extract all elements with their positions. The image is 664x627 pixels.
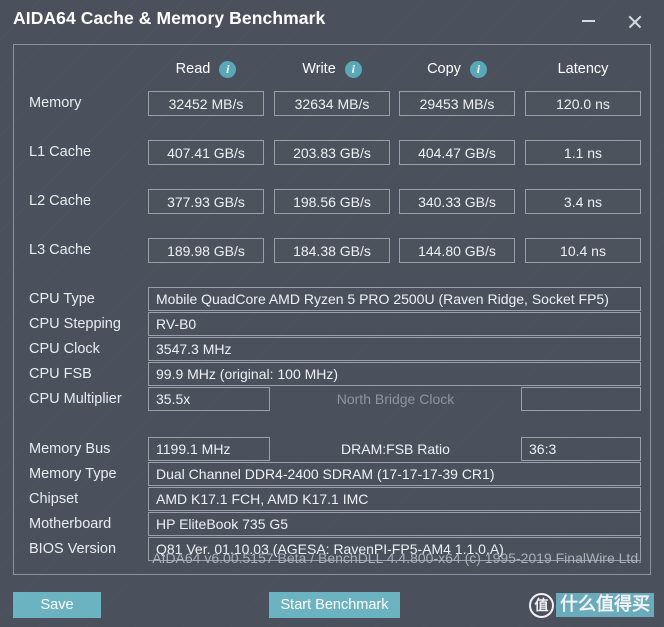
value-cpu-clock: 3547.3 MHz — [148, 337, 641, 361]
column-label-copy: Copy — [427, 61, 461, 77]
column-header-latency: Latency — [525, 58, 641, 80]
value-chipset: AMD K17.1 FCH, AMD K17.1 IMC — [148, 487, 641, 511]
bench-value-l1-copy: 404.47 GB/s — [399, 140, 515, 165]
value-north-bridge-clock — [521, 387, 641, 411]
bench-value-memory-write: 32634 MB/s — [274, 91, 390, 116]
bench-value-l3-copy: 144.80 GB/s — [399, 238, 515, 263]
bench-value-l1-write: 203.83 GB/s — [274, 140, 390, 165]
close-icon — [627, 14, 642, 29]
label-bios-version: BIOS Version — [29, 541, 117, 557]
watermark-badge-icon: 值 — [529, 592, 554, 618]
column-header-copy: Copy i — [399, 58, 515, 80]
watermark: 值 什么值得买 — [529, 590, 654, 620]
value-memory-bus: 1199.1 MHz — [148, 437, 270, 461]
label-cpu-stepping: CPU Stepping — [29, 316, 121, 332]
column-header-write: Write i — [274, 58, 390, 80]
bench-value-l1-latency: 1.1 ns — [525, 140, 641, 165]
label-cpu-type: CPU Type — [29, 291, 95, 307]
column-label-read: Read — [175, 61, 211, 77]
value-cpu-stepping: RV-B0 — [148, 312, 641, 336]
info-icon-write[interactable]: i — [344, 60, 362, 78]
bench-value-l2-read: 377.93 GB/s — [148, 189, 264, 214]
bench-value-memory-read: 32452 MB/s — [148, 91, 264, 116]
bench-value-memory-latency: 120.0 ns — [525, 91, 641, 116]
label-dram-fsb-ratio: DRAM:FSB Ratio — [341, 441, 450, 457]
label-chipset: Chipset — [29, 491, 79, 507]
save-button[interactable]: Save — [13, 592, 101, 618]
bench-value-memory-copy: 29453 MB/s — [399, 91, 515, 116]
info-icon-read[interactable]: i — [219, 60, 237, 78]
label-cpu-multiplier: CPU Multiplier — [29, 391, 122, 407]
label-memory-type: Memory Type — [29, 466, 117, 482]
minimize-button[interactable] — [566, 0, 610, 42]
bench-value-l2-write: 198.56 GB/s — [274, 189, 390, 214]
bench-row-label-l2-cache: L2 Cache — [29, 193, 92, 209]
watermark-text: 什么值得买 — [556, 592, 654, 618]
value-cpu-multiplier: 35.5x — [148, 387, 270, 411]
info-icon-copy[interactable]: i — [469, 60, 487, 78]
bench-value-l3-write: 184.38 GB/s — [274, 238, 390, 263]
bench-row-label-memory: Memory — [29, 95, 82, 111]
column-label-write: Write — [302, 61, 336, 77]
bench-value-l3-latency: 10.4 ns — [525, 238, 641, 263]
bench-value-l1-read: 407.41 GB/s — [148, 140, 264, 165]
label-memory-bus: Memory Bus — [29, 441, 111, 457]
close-button[interactable] — [612, 0, 656, 42]
value-cpu-fsb: 99.9 MHz (original: 100 MHz) — [148, 362, 641, 386]
bench-value-l2-copy: 340.33 GB/s — [399, 189, 515, 214]
label-cpu-clock: CPU Clock — [29, 341, 100, 357]
bench-value-l3-read: 189.98 GB/s — [148, 238, 264, 263]
bench-value-l2-latency: 3.4 ns — [525, 189, 641, 214]
bench-row-label-l1-cache: L1 Cache — [29, 144, 92, 160]
label-cpu-fsb: CPU FSB — [29, 366, 92, 382]
app-title: AIDA64 Cache & Memory Benchmark — [13, 8, 326, 28]
bench-row-label-l3-cache: L3 Cache — [29, 242, 92, 258]
minimize-icon — [581, 20, 595, 22]
version-text: AIDA64 v6.00.5157 Beta / BenchDLL 4.4.80… — [152, 550, 642, 566]
column-header-read: Read i — [148, 58, 264, 80]
value-motherboard: HP EliteBook 735 G5 — [148, 512, 641, 536]
label-motherboard: Motherboard — [29, 516, 112, 532]
value-dram-fsb-ratio: 36:3 — [521, 437, 641, 461]
benchmark-panel: Read i Write i Copy i Latency Memory 324… — [13, 44, 651, 575]
title-bar: AIDA64 Cache & Memory Benchmark — [0, 0, 664, 42]
label-north-bridge-clock: North Bridge Clock — [336, 391, 455, 407]
value-memory-type: Dual Channel DDR4-2400 SDRAM (17-17-17-3… — [148, 462, 641, 486]
start-benchmark-button[interactable]: Start Benchmark — [269, 592, 400, 618]
column-label-latency: Latency — [557, 61, 609, 77]
value-cpu-type: Mobile QuadCore AMD Ryzen 5 PRO 2500U (R… — [148, 287, 641, 311]
